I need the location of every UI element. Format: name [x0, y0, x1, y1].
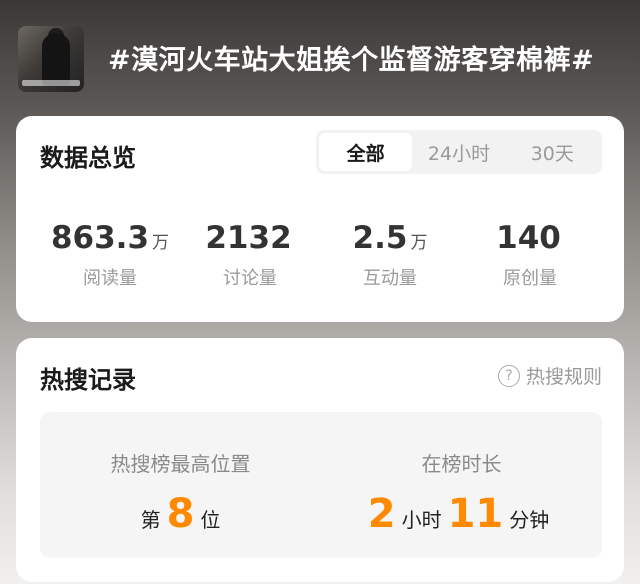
hot-search-rules-label: 热搜规则: [525, 366, 602, 388]
stat-interactions-label: 互动量: [363, 268, 417, 289]
stat-discussions: 2132 讨论量: [180, 220, 320, 290]
time-on-list: 在榜时长 2 小时 11 分钟: [321, 412, 602, 558]
stat-interactions-value: 2.5: [352, 220, 408, 256]
topic-header: #漠河火车站大姐挨个监督游客穿棉裤#: [0, 0, 640, 118]
stat-interactions-unit: 万: [410, 233, 428, 253]
stats-row: 863.3 万 阅读量 2132 讨论量 2.5 万 互动量 140 原创量: [16, 220, 624, 290]
duration-hours: 2: [367, 491, 396, 537]
cover-caption-strip: [22, 80, 80, 86]
topic-title: #漠河火车站大姐挨个监督游客穿棉裤#: [108, 45, 595, 76]
stat-discussions-label: 讨论量: [223, 268, 277, 289]
hot-search-card: 热搜记录 ? 热搜规则 热搜榜最高位置 第 8 位 在榜时长 2 小时 11 分…: [16, 338, 624, 582]
stat-reads-label: 阅读量: [83, 268, 137, 289]
peak-prefix: 第: [140, 508, 161, 532]
time-on-list-label: 在榜时长: [421, 452, 502, 476]
stat-interactions: 2.5 万 互动量: [320, 220, 460, 290]
duration-hours-unit: 小时: [401, 508, 442, 532]
stat-discussions-value: 2132: [205, 220, 292, 256]
stat-original: 140 原创量: [460, 220, 600, 290]
tab-30-days[interactable]: 30天: [506, 133, 599, 171]
cover-person-figure: [42, 34, 70, 86]
stat-reads-unit: 万: [152, 233, 170, 253]
question-circle-icon: ?: [497, 364, 520, 387]
tab-all[interactable]: 全部: [319, 133, 413, 171]
hot-search-rules-link[interactable]: ? 热搜规则: [497, 362, 602, 389]
overview-heading: 数据总览: [40, 144, 136, 172]
peak-suffix: 位: [200, 508, 221, 532]
duration-minutes: 11: [447, 491, 504, 537]
topic-cover-image[interactable]: [18, 26, 84, 92]
peak-position: 热搜榜最高位置 第 8 位: [40, 412, 321, 558]
tab-24-hours[interactable]: 24小时: [412, 133, 505, 171]
stat-original-value: 140: [496, 220, 561, 256]
peak-position-label: 热搜榜最高位置: [110, 452, 251, 476]
stat-reads-value: 863.3: [50, 220, 150, 256]
stat-reads: 863.3 万 阅读量: [40, 220, 180, 290]
peak-value: 8: [166, 491, 195, 537]
hot-search-heading: 热搜记录: [40, 366, 136, 394]
hot-search-summary: 热搜榜最高位置 第 8 位 在榜时长 2 小时 11 分钟: [40, 412, 602, 558]
time-range-tabs: 全部 24小时 30天: [316, 130, 602, 174]
data-overview-card: 数据总览 全部 24小时 30天 863.3 万 阅读量 2132 讨论量 2.…: [16, 116, 624, 322]
stat-original-label: 原创量: [503, 268, 557, 289]
duration-minutes-unit: 分钟: [509, 508, 550, 532]
